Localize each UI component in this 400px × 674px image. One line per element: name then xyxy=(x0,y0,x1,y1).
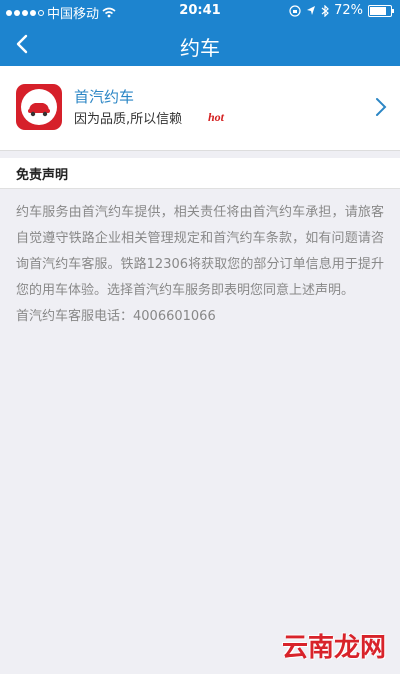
status-bar: 中国移动 20:41 72% xyxy=(0,0,400,22)
location-arrow-icon xyxy=(307,6,316,15)
bluetooth-icon xyxy=(321,4,329,17)
disclaimer-body: 约车服务由首汽约车提供，相关责任将由首汽约车承担，请旅客自觉遵守铁路企业相关管理… xyxy=(16,205,384,298)
battery-icon xyxy=(368,4,394,17)
app-logo xyxy=(16,84,62,130)
disclaimer-header: 免责声明 xyxy=(0,158,400,189)
service-slogan: 因为品质,所以信赖 xyxy=(74,112,183,127)
disclaimer-heading: 免责声明 xyxy=(16,168,69,183)
chevron-right-icon xyxy=(376,98,387,116)
status-right: 72% xyxy=(289,3,394,18)
service-name: 首汽约车 xyxy=(74,88,135,106)
service-card[interactable]: 首汽约车 因为品质,所以信赖 hot xyxy=(0,66,400,151)
lock-rotation-icon xyxy=(289,4,301,17)
battery-percent: 72% xyxy=(334,3,363,18)
page-title: 约车 xyxy=(180,36,220,60)
hot-badge: hot xyxy=(208,110,225,124)
nav-bar: 约车 xyxy=(0,22,400,66)
customer-service-hotline: 首汽约车客服电话：4006601066 xyxy=(16,309,216,324)
watermark: 云南龙网 xyxy=(281,633,386,663)
disclaimer-content: 约车服务由首汽约车提供，相关责任将由首汽约车承担，请旅客自觉遵守铁路企业相关管理… xyxy=(16,200,384,330)
car-icon xyxy=(28,103,50,117)
